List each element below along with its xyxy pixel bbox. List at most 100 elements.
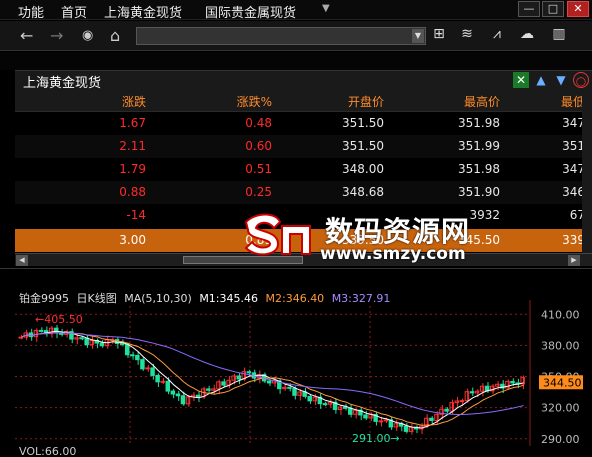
candle-body — [342, 406, 348, 409]
col-header-open[interactable]: 开盘价 — [277, 93, 384, 110]
sort-down-icon[interactable]: ▼ — [553, 72, 569, 88]
cell-open: 348.00 — [342, 162, 384, 176]
cell-low: 351 — [562, 139, 585, 153]
sort-up-icon[interactable]: ▲ — [533, 72, 549, 88]
candle-body — [348, 407, 353, 415]
cell-open: 351.50 — [342, 116, 384, 130]
candle-body — [165, 380, 170, 392]
refresh-icon[interactable]: ◉ — [82, 28, 93, 43]
candle-body — [145, 367, 150, 370]
candle-body — [84, 337, 89, 346]
table-row[interactable]: 1.79 0.51 348.00 351.98 347 — [15, 158, 592, 181]
bar-chart-icon[interactable]: ▥ — [548, 26, 570, 46]
col-header-change-pct[interactable]: 涨跌% — [151, 93, 272, 110]
close-panel-icon[interactable]: ○ — [573, 72, 589, 88]
cell-change-pct: 0.51 — [245, 162, 272, 176]
cell-change: 0.88 — [119, 185, 146, 199]
candle-body — [292, 387, 297, 396]
minimize-button[interactable]: — — [518, 1, 540, 17]
cell-change-pct: 0.48 — [245, 116, 272, 130]
cell-change: 2.11 — [119, 139, 146, 153]
candle-body — [135, 355, 140, 361]
address-dropdown-icon[interactable]: ▼ — [412, 29, 424, 43]
candle-body — [99, 342, 105, 347]
candle-body — [322, 403, 328, 406]
candle-body — [38, 329, 44, 332]
candle-body — [429, 417, 434, 421]
excel-export-icon[interactable]: ✕ — [513, 72, 529, 88]
candle-body — [170, 390, 176, 395]
quote-panel-header: 上海黄金现货 ✕ ▲ ▼ ○ — [15, 70, 592, 91]
scroll-right-icon[interactable]: ▶ — [568, 255, 580, 266]
cell-low: 339 — [562, 233, 585, 247]
vertical-scrollbar[interactable] — [582, 89, 592, 253]
cell-low: 67 — [569, 208, 585, 222]
rss-icon[interactable]: ≋ — [456, 26, 478, 46]
watermark-url: www.smzy.com — [320, 244, 466, 264]
candle-body — [155, 374, 160, 383]
y-tick-label: 290.00 — [541, 433, 580, 446]
menu-bar: 功能 首页 上海黄金现货 国际贵金属现货 ▼ — □ ✕ — [0, 0, 592, 21]
volume-label: VOL:66.00 — [19, 445, 77, 457]
triangle-down-icon[interactable]: ▼ — [322, 3, 330, 14]
menu-intl-precious-metals[interactable]: 国际贵金属现货 — [205, 2, 296, 21]
candle-body — [130, 354, 135, 357]
home-icon[interactable]: ⌂ — [110, 26, 120, 45]
candle-body — [124, 343, 130, 356]
y-tick-label: 320.00 — [541, 402, 580, 415]
candle-body — [180, 395, 186, 405]
cell-change: 1.79 — [119, 162, 146, 176]
candle-body — [510, 380, 515, 384]
candle-body — [79, 337, 84, 340]
col-header-high[interactable]: 最高价 — [389, 93, 500, 110]
table-header: 涨跌 涨跌% 开盘价 最高价 最低 — [15, 89, 592, 112]
watermark-logo — [244, 213, 311, 256]
candle-body — [236, 375, 241, 380]
last-price-label: 344.50 — [543, 376, 582, 389]
candle-body — [119, 342, 125, 345]
cell-change: 1.67 — [119, 116, 146, 130]
close-button[interactable]: ✕ — [567, 1, 589, 17]
chart-icon[interactable]: ⩘ — [486, 26, 508, 46]
toolbar-spacer — [0, 52, 592, 70]
cell-low: 346 — [562, 185, 585, 199]
candle-body — [363, 414, 368, 419]
candle-body — [403, 425, 409, 432]
menu-home[interactable]: 首页 — [61, 2, 87, 21]
back-arrow-icon[interactable]: ← — [20, 26, 33, 45]
network-icon[interactable]: ⊞ — [428, 26, 450, 46]
cell-low: 347 — [562, 162, 585, 176]
cell-open: 348.68 — [342, 185, 384, 199]
low-marker-label: 291.00→ — [352, 432, 400, 445]
y-tick-label: 410.00 — [541, 308, 580, 321]
cell-change: 3.00 — [119, 233, 146, 247]
candle-body — [469, 391, 475, 394]
candle-body — [266, 380, 272, 384]
table-row[interactable]: 2.11 0.60 351.50 351.99 351 — [15, 135, 592, 158]
cell-high: 351.98 — [458, 162, 500, 176]
candlestick-chart[interactable]: 410.00380.00350.00320.00290.00 ←405.5029… — [0, 300, 592, 446]
table-row[interactable]: 1.67 0.48 351.50 351.98 347 — [15, 112, 592, 135]
cell-change: -14 — [126, 208, 146, 222]
cell-change-pct: 0.25 — [245, 185, 272, 199]
candle-body — [53, 327, 59, 334]
toolbar: ← → ◉ ⌂ ▼ ⊞ ≋ ⩘ ☁ ▥ — [0, 21, 592, 51]
scroll-left-icon[interactable]: ◀ — [16, 255, 28, 266]
candle-body — [246, 371, 252, 374]
cell-change-pct: 0.60 — [245, 139, 272, 153]
col-header-change[interactable]: 涨跌 — [15, 93, 146, 110]
address-bar[interactable]: ▼ — [136, 27, 426, 45]
cloud-icon[interactable]: ☁ — [516, 26, 538, 46]
candle-body — [150, 367, 155, 376]
candle-body — [287, 386, 292, 389]
menu-function[interactable]: 功能 — [18, 2, 44, 21]
col-header-low[interactable]: 最低 — [505, 93, 585, 110]
menu-shanghai-gold[interactable]: 上海黄金现货 — [104, 2, 182, 21]
forward-arrow-icon[interactable]: → — [50, 26, 63, 45]
y-tick-label: 380.00 — [541, 339, 580, 352]
table-row[interactable]: 0.88 0.25 348.68 351.90 346 — [15, 181, 592, 204]
cell-low: 347 — [562, 116, 585, 130]
candle-body — [378, 420, 383, 423]
maximize-button[interactable]: □ — [542, 1, 564, 17]
cell-open: 351.50 — [342, 139, 384, 153]
